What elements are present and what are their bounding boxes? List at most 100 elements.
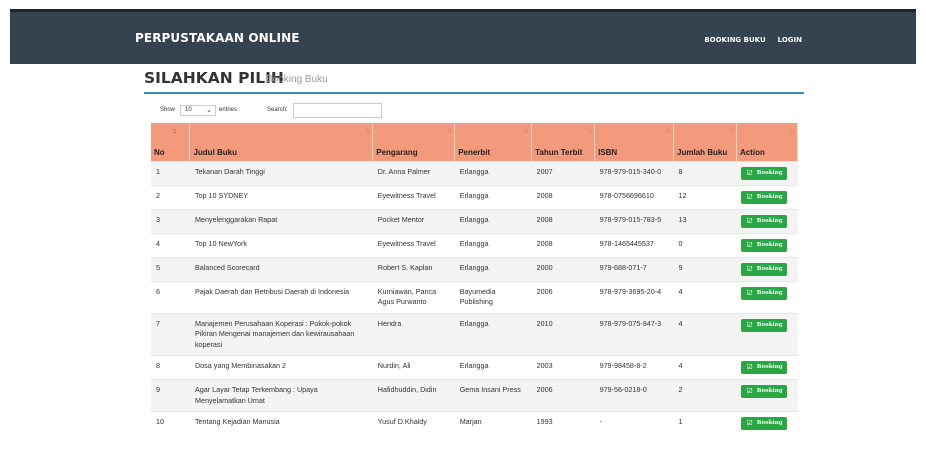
cell-action: ☑ Booking xyxy=(736,160,798,185)
cell-jumlah: 9 xyxy=(673,256,737,281)
cell-action: ☑ Booking xyxy=(736,208,798,233)
cell-penerbit: Erlangga xyxy=(454,208,532,233)
navbar: PERPUSTAKAAN ONLINE BOOKING BUKU LOGIN xyxy=(10,9,916,64)
edit-icon: ☑ xyxy=(746,320,753,329)
page-subtitle: Booking Buku xyxy=(266,74,328,85)
booking-button[interactable]: ☑ Booking xyxy=(741,361,788,374)
cell-isbn: - xyxy=(594,411,674,435)
brand-title[interactable]: PERPUSTAKAAN ONLINE xyxy=(135,31,300,45)
column-header-action[interactable]: ↑↓ Action xyxy=(736,123,799,161)
cell-jumlah: 0 xyxy=(673,232,737,257)
booking-button[interactable]: ☑ Booking xyxy=(741,262,788,276)
table-row: 10 Tentang Kejadian Manusia Yusuf D.Khal… xyxy=(151,411,798,435)
entries-length-select[interactable]: 10 ⌄ xyxy=(180,104,217,116)
cell-no: 10 xyxy=(151,411,190,435)
cell-action: ☑ Booking xyxy=(736,355,798,380)
chevron-down-icon: ⌄ xyxy=(206,106,213,114)
sort-icon: ↑↓ xyxy=(447,128,452,135)
column-header-jumlah-buku[interactable]: ↑↓ Jumlah Buku xyxy=(673,123,737,161)
cell-jumlah: 12 xyxy=(673,184,737,209)
cell-action: ☑ Booking xyxy=(736,184,798,209)
cell-pengarang: Pocket Mentor xyxy=(372,208,455,233)
cell-tahun: 1993 xyxy=(531,411,595,435)
edit-icon: ☑ xyxy=(746,216,753,225)
column-header-isbn[interactable]: ↑↓ ISBN xyxy=(594,123,674,161)
cell-jumlah: 2 xyxy=(673,379,737,412)
entries-label: entries xyxy=(219,107,238,113)
cell-pengarang: Hendra xyxy=(372,312,455,356)
column-header-tahun-terbit[interactable]: ↑↓ Tahun Terbit xyxy=(531,123,596,161)
cell-tahun: 2006 xyxy=(531,280,595,313)
sort-icon: ↑↓ xyxy=(728,128,734,135)
cell-judul: Menyelenggarakan Rapat xyxy=(189,208,373,233)
booking-button[interactable]: ☑ Booking xyxy=(741,166,788,180)
table-row: 8 Dosa yang Membinasakan 2 Nurdin, Ali E… xyxy=(151,355,798,380)
cell-judul: Manajemen Perusahaan Koperasi : Pokok-po… xyxy=(189,312,373,356)
cell-no: 1 xyxy=(151,160,190,185)
cell-jumlah: 4 xyxy=(673,312,737,356)
table-row: 1 Tekanan Darah Tinggi Dr. Anna Palmer E… xyxy=(151,160,798,185)
cell-tahun: 2008 xyxy=(531,208,595,233)
sort-icon: ↑↓ xyxy=(524,128,529,135)
cell-penerbit: Erlangga xyxy=(454,355,532,380)
edit-icon: ☑ xyxy=(746,264,753,273)
column-header-pengarang[interactable]: ↑↓ Pengarang xyxy=(372,123,456,161)
booking-button[interactable]: ☑ Booking xyxy=(741,286,788,300)
cell-pengarang: Yusuf D.Khaldy xyxy=(372,411,455,435)
cell-judul: Dosa yang Membinasakan 2 xyxy=(189,355,373,380)
cell-jumlah: 1 xyxy=(673,411,737,435)
cell-pengarang: Kurniawan, Panca Agus Purwanto xyxy=(372,280,455,313)
cell-isbn: 978-979-015-783-5 xyxy=(594,208,674,233)
cell-isbn: 978-979-015-340-0 xyxy=(594,160,674,185)
cell-no: 8 xyxy=(151,355,190,380)
cell-penerbit: Gema Insani Press xyxy=(454,379,532,412)
table-row: 2 Top 10 SYDNEY Eyewitness Travel Erlang… xyxy=(151,184,798,209)
cell-action: ☑ Booking xyxy=(736,312,798,356)
cell-no: 2 xyxy=(151,184,190,209)
cell-pengarang: Nurdin, Ali xyxy=(372,355,455,380)
cell-judul: Tentang Kejadian Manusia xyxy=(189,411,373,435)
cell-tahun: 2007 xyxy=(531,160,595,185)
table-controls: Show 10 ⌄ entries Search: xyxy=(160,102,382,118)
cell-tahun: 2008 xyxy=(531,232,595,257)
column-header-judul-buku[interactable]: ↑↓ Judul Buku xyxy=(189,123,374,161)
table-header-row: ↑↓ No ↑↓ Judul Buku ↑↓ Pengarang ↑↓ Penerbit… xyxy=(151,123,799,161)
sort-icon: ↑↓ xyxy=(666,128,671,135)
cell-tahun: 2008 xyxy=(531,184,595,209)
cell-jumlah: 4 xyxy=(673,355,737,380)
cell-no: 7 xyxy=(151,312,190,356)
cell-no: 6 xyxy=(151,280,190,313)
cell-pengarang: Hafidhuddin, Didin xyxy=(372,379,455,412)
booking-button[interactable]: ☑ Booking xyxy=(741,238,788,252)
column-header-penerbit[interactable]: ↑↓ Penerbit xyxy=(454,123,533,161)
nav-link-booking-buku[interactable]: BOOKING BUKU xyxy=(704,36,765,44)
cell-isbn: 978-979-075-947-3 xyxy=(594,312,674,356)
cell-judul: Pajak Daerah dan Retribusi Daerah di Ind… xyxy=(189,280,373,313)
edit-icon: ☑ xyxy=(746,168,753,177)
cell-isbn: 978-979-3695-20-4 xyxy=(594,280,674,313)
edit-icon: ☑ xyxy=(746,363,753,372)
show-label: Show xyxy=(160,107,176,113)
cell-isbn: 979-98458-8-2 xyxy=(594,355,674,380)
page-title: SILAHKAN PILIH xyxy=(144,69,284,87)
booking-button[interactable]: ☑ Booking xyxy=(741,318,788,332)
sort-icon: ↑↓ xyxy=(587,128,592,135)
column-header-no[interactable]: ↑↓ No xyxy=(151,123,191,161)
sort-icon: ↑↓ xyxy=(790,128,795,135)
booking-button[interactable]: ☑ Booking xyxy=(741,417,788,430)
booking-button[interactable]: ☑ Booking xyxy=(741,190,788,204)
booking-button[interactable]: ☑ Booking xyxy=(741,385,788,398)
table-row: 6 Pajak Daerah dan Retribusi Daerah di I… xyxy=(151,280,798,313)
cell-tahun: 2003 xyxy=(531,355,595,380)
cell-action: ☑ Booking xyxy=(736,232,798,257)
cell-no: 4 xyxy=(151,232,190,257)
nav-link-login[interactable]: LOGIN xyxy=(778,36,802,44)
nav-links: BOOKING BUKU LOGIN xyxy=(704,36,802,44)
cell-action: ☑ Booking xyxy=(736,379,798,412)
cell-judul: Top 10 SYDNEY xyxy=(189,184,373,209)
cell-pengarang: Eyewitness Travel xyxy=(372,184,455,209)
search-input[interactable] xyxy=(292,102,382,118)
cell-jumlah: 13 xyxy=(673,208,737,233)
booking-button[interactable]: ☑ Booking xyxy=(741,214,788,228)
cell-isbn: 978-1465445537 xyxy=(594,232,674,257)
